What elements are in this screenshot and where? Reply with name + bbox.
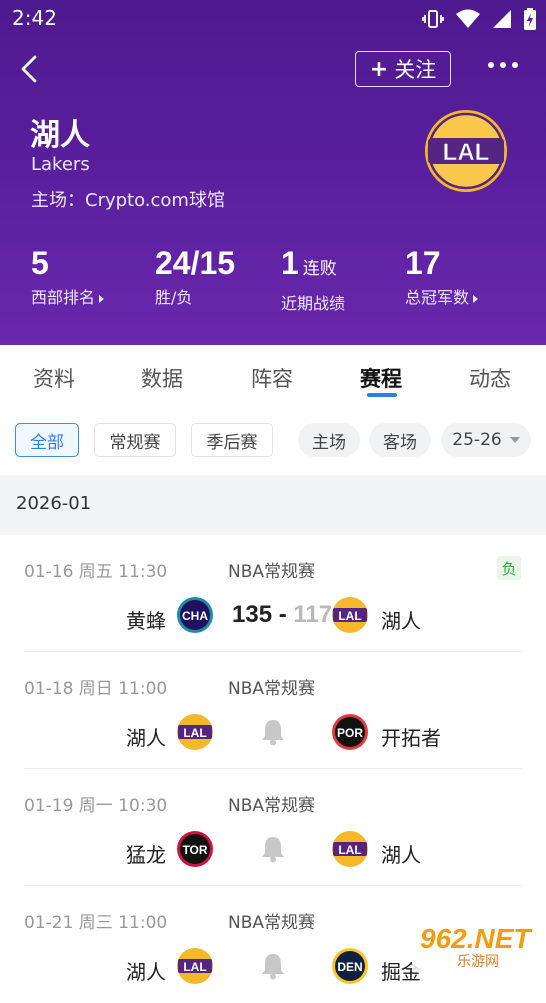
- tab-schedule[interactable]: 赛程: [360, 363, 402, 393]
- left-team-name: 黄蜂: [126, 609, 166, 633]
- right-team-name: 开拓者: [381, 726, 441, 750]
- chevron-down-icon: [509, 437, 520, 443]
- game-row[interactable]: 01-19 周一 10:30 NBA常规赛 猛龙 TOR LAL 湖人: [0, 769, 546, 886]
- lakers-logo: LAL: [177, 948, 213, 984]
- follow-label: 关注: [394, 58, 437, 82]
- site-watermark: 962.NET 乐游网: [412, 918, 546, 970]
- vibrate-icon: [422, 10, 444, 28]
- team-english-name: Lakers: [31, 154, 90, 175]
- hornets-logo: CHA: [177, 597, 213, 633]
- team-header: 2:42 + 关注 湖人 Lakers 主场：Crypto.com球馆 LAL …: [0, 0, 546, 345]
- watermark-sub: 乐游网: [457, 954, 499, 970]
- filter-bar: 全部 常规赛 季后赛 主场 客场 25-26: [0, 405, 546, 475]
- lakers-logo: LAL: [332, 831, 368, 867]
- left-team-name: 湖人: [126, 960, 166, 984]
- right-team-name: 湖人: [381, 843, 421, 867]
- wifi-icon: [456, 9, 480, 28]
- game-score: 135 - 117: [232, 601, 333, 628]
- game-league: NBA常规赛: [228, 679, 316, 699]
- month-header: 2026-01: [0, 475, 546, 535]
- more-options-icon[interactable]: [488, 62, 518, 68]
- logo-text: LAL: [338, 609, 361, 623]
- logo-text: LAL: [183, 726, 206, 740]
- game-datetime: 01-21 周三 11:00: [24, 913, 168, 933]
- lakers-logo: LAL: [425, 110, 507, 192]
- lakers-logo: LAL: [332, 597, 368, 633]
- stat-label: 西部排名: [31, 288, 96, 307]
- signal-icon: [493, 10, 511, 28]
- game-league: NBA常规赛: [228, 796, 316, 816]
- stat-championships[interactable]: 17 总冠军数: [405, 244, 479, 308]
- back-arrow-icon[interactable]: [16, 54, 46, 84]
- month-label: 2026-01: [16, 493, 92, 514]
- home-venue: 主场：Crypto.com球馆: [31, 190, 225, 211]
- arrow-right-icon: [99, 294, 105, 303]
- arrow-right-icon: [473, 294, 479, 303]
- left-team-name: 湖人: [126, 726, 166, 750]
- stat-suffix: 连败: [302, 259, 337, 278]
- game-datetime: 01-19 周一 10:30: [24, 796, 168, 816]
- season-value: 25-26: [452, 430, 502, 450]
- logo-text: DEN: [337, 960, 362, 974]
- active-tab-indicator: [367, 393, 397, 397]
- tab-roster[interactable]: 阵容: [251, 363, 293, 393]
- nuggets-logo: DEN: [332, 948, 368, 984]
- logo-text: LAL: [183, 960, 206, 974]
- bell-icon[interactable]: [260, 952, 286, 980]
- stat-label: 近期战绩: [281, 294, 346, 313]
- watermark-text: 962.NET: [420, 923, 533, 954]
- status-time: 2:42: [12, 6, 57, 30]
- raptors-logo: TOR: [177, 831, 213, 867]
- result-badge: 负: [497, 556, 521, 580]
- filter-away[interactable]: 客场: [369, 423, 431, 457]
- status-bar: 2:42: [0, 0, 546, 38]
- stat-value: 24/15: [155, 245, 236, 281]
- tab-profile[interactable]: 资料: [33, 363, 75, 393]
- battery-icon: [524, 8, 536, 30]
- follow-button[interactable]: + 关注: [355, 51, 451, 87]
- right-team-name: 湖人: [381, 609, 421, 633]
- filter-home[interactable]: 主场: [298, 423, 360, 457]
- tab-news[interactable]: 动态: [469, 363, 511, 393]
- stat-value: 17: [405, 245, 441, 281]
- logo-text: CHA: [182, 609, 208, 623]
- stat-west-rank[interactable]: 5 西部排名: [31, 244, 105, 308]
- status-icons: [422, 8, 536, 30]
- plus-icon: +: [369, 56, 389, 82]
- bell-icon[interactable]: [260, 718, 286, 746]
- game-datetime: 01-16 周五 11:30: [24, 562, 168, 582]
- game-datetime: 01-18 周日 11:00: [24, 679, 168, 699]
- game-row[interactable]: 01-18 周日 11:00 NBA常规赛 湖人 LAL POR 开拓者: [0, 652, 546, 769]
- logo-text: LAL: [338, 843, 361, 857]
- filter-regular-season[interactable]: 常规赛: [94, 423, 176, 457]
- stat-label: 胜/负: [155, 288, 193, 307]
- lakers-logo: LAL: [177, 714, 213, 750]
- tab-stats[interactable]: 数据: [141, 363, 183, 393]
- score-left: 135: [232, 601, 273, 628]
- stat-label: 总冠军数: [405, 288, 470, 307]
- left-team-name: 猛龙: [126, 843, 166, 867]
- game-league: NBA常规赛: [228, 913, 316, 933]
- stat-win-loss: 24/15 胜/负: [155, 244, 235, 308]
- season-select[interactable]: 25-26: [441, 423, 531, 457]
- stat-recent: 1 连败 近期战绩: [281, 244, 345, 314]
- game-league: NBA常规赛: [228, 562, 316, 582]
- team-name: 湖人: [30, 118, 90, 153]
- logo-text: TOR: [182, 843, 207, 857]
- filter-all[interactable]: 全部: [15, 423, 79, 457]
- score-right: 117: [293, 601, 333, 628]
- logo-text: POR: [337, 726, 363, 740]
- blazers-logo: POR: [332, 714, 368, 750]
- logo-text: LAL: [443, 139, 490, 166]
- stat-value: 1: [281, 245, 299, 281]
- stat-value: 5: [31, 245, 49, 281]
- bell-icon[interactable]: [260, 835, 286, 863]
- filter-playoffs[interactable]: 季后赛: [191, 423, 273, 457]
- game-row[interactable]: 01-16 周五 11:30 NBA常规赛 负 黄蜂 CHA 135 - 117…: [0, 535, 546, 652]
- tab-bar: 资料 数据 阵容 赛程 动态: [0, 345, 546, 405]
